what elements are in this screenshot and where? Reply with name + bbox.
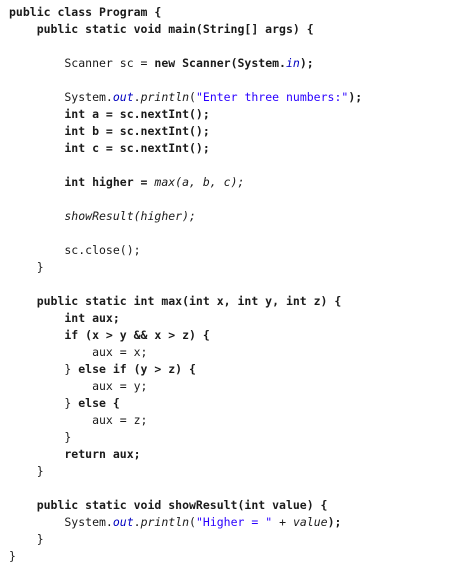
code-token: max(a, b, c); — [154, 175, 245, 189]
code-token: } — [9, 260, 44, 274]
code-line[interactable] — [9, 191, 362, 208]
code-token: ); — [327, 515, 342, 529]
code-token: Scanner(System. — [182, 56, 286, 70]
code-token: System. — [9, 515, 113, 529]
code-line[interactable]: int aux; — [9, 310, 362, 327]
code-line[interactable]: int b = sc.nextInt(); — [9, 123, 362, 140]
code-line[interactable]: sc.close(); — [9, 242, 362, 259]
code-token: value — [292, 515, 328, 529]
code-token: new — [154, 56, 176, 70]
code-line[interactable]: aux = x; — [9, 344, 362, 361]
code-line[interactable]: } — [9, 429, 362, 446]
code-token: ); — [299, 56, 314, 70]
code-line[interactable] — [9, 276, 362, 293]
code-editor[interactable]: public class Program { public static voi… — [0, 0, 460, 563]
code-line[interactable]: public static int max(int x, int y, int … — [9, 293, 362, 310]
code-token: out — [112, 515, 134, 529]
code-token: int a = sc.nextInt(); — [9, 107, 210, 121]
code-token: println — [140, 515, 190, 529]
code-token: + — [272, 515, 293, 529]
code-token: . — [133, 90, 141, 104]
code-token: return aux; — [9, 447, 141, 461]
code-line[interactable] — [9, 157, 362, 174]
code-line[interactable]: } — [9, 531, 362, 548]
code-line[interactable]: Scanner sc = new Scanner(System.in); — [9, 55, 362, 72]
code-token: System. — [9, 90, 113, 104]
code-token: public static int max(int x, int y, int … — [9, 294, 342, 308]
code-token: } — [9, 549, 16, 563]
code-line[interactable]: } — [9, 463, 362, 480]
code-line[interactable]: aux = z; — [9, 412, 362, 429]
code-token: if (x > y && x > z) { — [9, 328, 210, 342]
code-line[interactable] — [9, 72, 362, 89]
code-line[interactable]: } — [9, 259, 362, 276]
code-token: "Enter three numbers:" — [195, 90, 349, 104]
code-line[interactable]: if (x > y && x > z) { — [9, 327, 362, 344]
code-token: int b = sc.nextInt(); — [9, 124, 210, 138]
code-line[interactable] — [9, 480, 362, 497]
code-token: aux = z; — [9, 413, 148, 427]
code-token: } — [9, 464, 44, 478]
code-token: showResult(higher); — [9, 209, 196, 223]
code-line[interactable]: } else { — [9, 395, 362, 412]
code-line[interactable]: int higher = max(a, b, c); — [9, 174, 362, 191]
code-token: int higher = — [9, 175, 155, 189]
code-token: ( — [189, 90, 196, 104]
code-line[interactable]: aux = y; — [9, 378, 362, 395]
code-token: "Higher = " — [195, 515, 273, 529]
code-line[interactable]: showResult(higher); — [9, 208, 362, 225]
code-token: ); — [348, 90, 363, 104]
code-line[interactable]: public static void showResult(int value)… — [9, 497, 362, 514]
code-token: int aux; — [9, 311, 120, 325]
code-token: public class Program { — [9, 5, 162, 19]
code-token: sc.close(); — [9, 243, 141, 257]
code-token: println — [140, 90, 190, 104]
code-token: in — [285, 56, 300, 70]
code-line[interactable]: public class Program { — [9, 4, 362, 21]
code-line[interactable]: } — [9, 548, 362, 565]
code-token: public static void main(String[] args) { — [9, 22, 314, 36]
code-token: int c = sc.nextInt(); — [9, 141, 210, 155]
code-line[interactable]: int a = sc.nextInt(); — [9, 106, 362, 123]
code-token: else { — [78, 396, 120, 410]
code-line[interactable] — [9, 38, 362, 55]
code-line[interactable]: System.out.println("Enter three numbers:… — [9, 89, 362, 106]
code-line[interactable]: int c = sc.nextInt(); — [9, 140, 362, 157]
code-token: else if (y > z) { — [78, 362, 196, 376]
code-line[interactable]: return aux; — [9, 446, 362, 463]
code-line[interactable] — [9, 225, 362, 242]
code-line[interactable]: public static void main(String[] args) { — [9, 21, 362, 38]
code-token: } — [9, 532, 44, 546]
code-token: public static void showResult(int value)… — [9, 498, 328, 512]
code-area[interactable]: public class Program { public static voi… — [9, 4, 362, 565]
code-token: aux = y; — [9, 379, 148, 393]
code-token: . — [133, 515, 141, 529]
code-token: Scanner sc = — [9, 56, 155, 70]
code-token: } — [9, 362, 79, 376]
code-line[interactable]: System.out.println("Higher = " + value); — [9, 514, 362, 531]
code-token: } — [9, 396, 79, 410]
code-token: out — [112, 90, 134, 104]
code-line[interactable]: } else if (y > z) { — [9, 361, 362, 378]
code-token: } — [9, 430, 72, 444]
code-token: aux = x; — [9, 345, 148, 359]
code-token: ( — [189, 515, 196, 529]
